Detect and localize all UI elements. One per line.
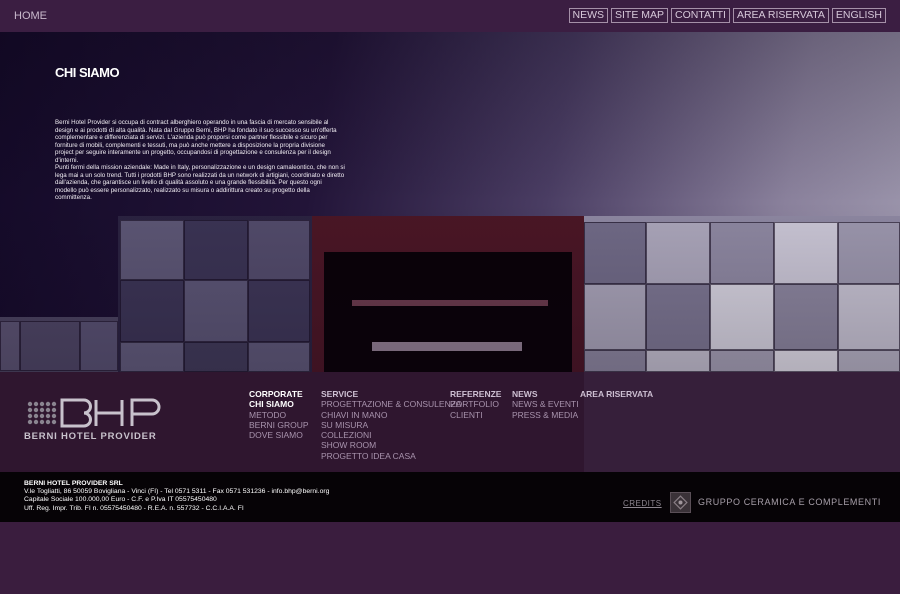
footer-link-show-room[interactable]: SHOW ROOM xyxy=(321,440,462,450)
top-nav-news[interactable]: NEWS xyxy=(568,8,609,23)
home-link[interactable]: HOME xyxy=(14,10,47,22)
footer-head-area-riservata[interactable]: AREA RISERVATA xyxy=(580,389,653,399)
footer-link-dove-siamo[interactable]: DOVE SIAMO xyxy=(249,430,309,440)
footer-link-su-misura[interactable]: SU MISURA xyxy=(321,420,462,430)
footer-col-area-riservata: AREA RISERVATA xyxy=(580,389,653,399)
footer-link-clienti[interactable]: CLIENTI xyxy=(450,410,501,420)
company-address: V.le Togliatti, 86 50059 Bovigliana - Vi… xyxy=(24,488,330,496)
group-logo-icon[interactable] xyxy=(670,492,691,513)
hero-banner: CHI SIAMO Berni Hotel Provider si occupa… xyxy=(0,32,900,372)
footer-col-referenze: REFERENZE PORTFOLIO CLIENTI xyxy=(450,389,501,420)
footer-head-service[interactable]: SERVICE xyxy=(321,389,462,399)
footer-link-chiavi-in-mano[interactable]: CHIAVI IN MANO xyxy=(321,410,462,420)
top-nav: NEWS SITE MAP CONTATTI AREA RISERVATA EN… xyxy=(568,8,886,23)
footer-col-corporate: CORPORATE CHI SIAMO METODO BERNI GROUP D… xyxy=(249,389,309,440)
footer-link-metodo[interactable]: METODO xyxy=(249,410,309,420)
footer-col-news: NEWS NEWS & EVENTI PRESS & MEDIA xyxy=(512,389,579,420)
footer-link-berni-group[interactable]: BERNI GROUP xyxy=(249,420,309,430)
company-name: BERNI HOTEL PROVIDER SRL xyxy=(24,480,123,487)
footer-link-portfolio[interactable]: PORTFOLIO xyxy=(450,399,501,409)
footer-link-collezioni[interactable]: COLLEZIONI xyxy=(321,430,462,440)
company-registry: Uff. Reg. Impr. Trib. FI n. 05575450480 … xyxy=(24,504,244,512)
footer-link-news-eventi[interactable]: NEWS & EVENTI xyxy=(512,399,579,409)
footer-link-progettazione[interactable]: PROGETTAZIONE & CONSULENZA xyxy=(321,399,462,409)
hero-paragraph: Punti fermi della mission aziendale: Mad… xyxy=(55,164,345,201)
footer-head-corporate[interactable]: CORPORATE xyxy=(249,389,309,399)
top-nav-english[interactable]: ENGLISH xyxy=(831,8,886,23)
page-title: CHI SIAMO xyxy=(55,65,120,80)
hero-description: Berni Hotel Provider si occupa di contra… xyxy=(55,119,345,202)
credits-link[interactable]: CREDITS xyxy=(623,499,662,508)
footer-head-news[interactable]: NEWS xyxy=(512,389,579,399)
company-capital: Capitale Sociale 100.000,00 Euro - C.F. … xyxy=(24,496,217,504)
top-nav-area-riservata[interactable]: AREA RISERVATA xyxy=(732,8,829,23)
footer-link-press-media[interactable]: PRESS & MEDIA xyxy=(512,410,579,420)
top-nav-contatti[interactable]: CONTATTI xyxy=(671,8,730,23)
footer-link-progetto-idea-casa[interactable]: PROGETTO IDEA CASA xyxy=(321,451,462,461)
hero-paragraph: Berni Hotel Provider si occupa di contra… xyxy=(55,119,337,164)
top-bar: HOME NEWS SITE MAP CONTATTI AREA RISERVA… xyxy=(0,0,900,32)
logo-text: BERNI HOTEL PROVIDER xyxy=(24,431,157,442)
top-nav-site-map[interactable]: SITE MAP xyxy=(611,8,669,23)
bhp-logo-icon xyxy=(27,398,161,428)
group-name[interactable]: GRUPPO CERAMICA E COMPLEMENTI xyxy=(698,497,881,507)
footer-col-service: SERVICE PROGETTAZIONE & CONSULENZA CHIAV… xyxy=(321,389,462,461)
footer-head-referenze[interactable]: REFERENZE xyxy=(450,389,501,399)
footer-link-chi-siamo[interactable]: CHI SIAMO xyxy=(249,399,309,409)
company-info: BERNI HOTEL PROVIDER SRL V.le Togliatti,… xyxy=(24,480,329,513)
